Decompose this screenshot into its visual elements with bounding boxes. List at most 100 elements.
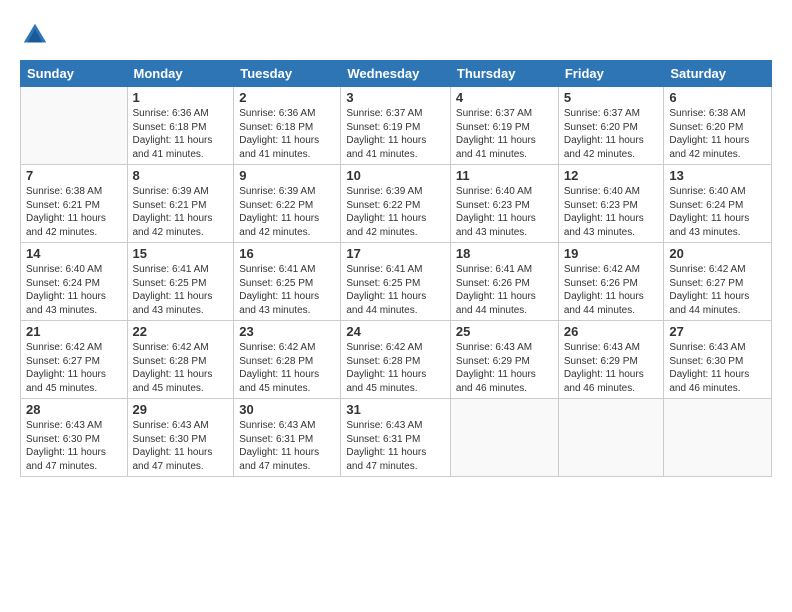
day-number: 24 <box>346 324 445 339</box>
day-info: Sunrise: 6:39 AMSunset: 6:22 PMDaylight:… <box>239 185 335 239</box>
day-number: 17 <box>346 246 445 261</box>
page: SundayMondayTuesdayWednesdayThursdayFrid… <box>0 0 792 612</box>
day-number: 7 <box>26 168 122 183</box>
calendar-cell: 2 Sunrise: 6:36 AMSunset: 6:18 PMDaylight… <box>234 87 341 165</box>
calendar-cell: 9Sunrise: 6:39 AMSunset: 6:22 PMDaylight… <box>234 165 341 243</box>
calendar-cell <box>558 399 664 477</box>
calendar-cell: 8Sunrise: 6:39 AMSunset: 6:21 PMDaylight… <box>127 165 234 243</box>
day-number: 10 <box>346 168 445 183</box>
day-info: Sunrise: 6:42 AMSunset: 6:28 PMDaylight:… <box>346 341 445 395</box>
calendar-cell: 31 Sunrise: 6:43 AMSunset: 6:31 PMDayligh… <box>341 399 451 477</box>
day-number: 3 <box>346 90 445 105</box>
day-info: Sunrise: 6:43 AMSunset: 6:29 PMDaylight:… <box>564 341 659 395</box>
day-info: Sunrise: 6:40 AMSunset: 6:24 PMDaylight:… <box>26 263 122 317</box>
week-row-2: 14 Sunrise: 6:40 AMSunset: 6:24 PMDayligh… <box>21 243 772 321</box>
weekday-header-thursday: Thursday <box>450 61 558 87</box>
day-info: Sunrise: 6:42 AMSunset: 6:28 PMDaylight:… <box>133 341 229 395</box>
calendar-cell: 26 Sunrise: 6:43 AMSunset: 6:29 PMDayligh… <box>558 321 664 399</box>
calendar-cell: 24 Sunrise: 6:42 AMSunset: 6:28 PMDayligh… <box>341 321 451 399</box>
day-info: Sunrise: 6:41 AMSunset: 6:25 PMDaylight:… <box>239 263 335 317</box>
day-info: Sunrise: 6:38 AMSunset: 6:21 PMDaylight:… <box>26 185 122 239</box>
day-info: Sunrise: 6:36 AMSunset: 6:18 PMDaylight:… <box>133 107 229 161</box>
day-number: 31 <box>346 402 445 417</box>
day-number: 28 <box>26 402 122 417</box>
calendar-header: SundayMondayTuesdayWednesdayThursdayFrid… <box>21 61 772 87</box>
weekday-header-tuesday: Tuesday <box>234 61 341 87</box>
calendar-cell: 13 Sunrise: 6:40 AMSunset: 6:24 PMDayligh… <box>664 165 772 243</box>
calendar-cell: 21 Sunrise: 6:42 AMSunset: 6:27 PMDayligh… <box>21 321 128 399</box>
day-info: Sunrise: 6:37 AMSunset: 6:19 PMDaylight:… <box>456 107 553 161</box>
day-info: Sunrise: 6:43 AMSunset: 6:31 PMDaylight:… <box>346 419 445 473</box>
calendar-cell: 22 Sunrise: 6:42 AMSunset: 6:28 PMDayligh… <box>127 321 234 399</box>
calendar-cell: 10 Sunrise: 6:39 AMSunset: 6:22 PMDayligh… <box>341 165 451 243</box>
day-info: Sunrise: 6:40 AMSunset: 6:23 PMDaylight:… <box>564 185 659 239</box>
weekday-header-monday: Monday <box>127 61 234 87</box>
day-info: Sunrise: 6:42 AMSunset: 6:27 PMDaylight:… <box>26 341 122 395</box>
weekday-header-friday: Friday <box>558 61 664 87</box>
calendar-cell: 17 Sunrise: 6:41 AMSunset: 6:25 PMDayligh… <box>341 243 451 321</box>
day-number: 19 <box>564 246 659 261</box>
day-number: 30 <box>239 402 335 417</box>
day-info: Sunrise: 6:40 AMSunset: 6:24 PMDaylight:… <box>669 185 766 239</box>
day-info: Sunrise: 6:36 AMSunset: 6:18 PMDaylight:… <box>239 107 335 161</box>
day-info: Sunrise: 6:43 AMSunset: 6:30 PMDaylight:… <box>133 419 229 473</box>
day-number: 14 <box>26 246 122 261</box>
week-row-4: 28 Sunrise: 6:43 AMSunset: 6:30 PMDayligh… <box>21 399 772 477</box>
day-number: 22 <box>133 324 229 339</box>
calendar-cell: 19 Sunrise: 6:42 AMSunset: 6:26 PMDayligh… <box>558 243 664 321</box>
day-info: Sunrise: 6:37 AMSunset: 6:20 PMDaylight:… <box>564 107 659 161</box>
calendar-cell <box>21 87 128 165</box>
day-number: 23 <box>239 324 335 339</box>
calendar-cell: 4 Sunrise: 6:37 AMSunset: 6:19 PMDaylight… <box>450 87 558 165</box>
calendar-cell: 23Sunrise: 6:42 AMSunset: 6:28 PMDayligh… <box>234 321 341 399</box>
calendar-cell: 11 Sunrise: 6:40 AMSunset: 6:23 PMDayligh… <box>450 165 558 243</box>
calendar-cell: 16 Sunrise: 6:41 AMSunset: 6:25 PMDayligh… <box>234 243 341 321</box>
day-info: Sunrise: 6:43 AMSunset: 6:29 PMDaylight:… <box>456 341 553 395</box>
calendar-cell: 12Sunrise: 6:40 AMSunset: 6:23 PMDayligh… <box>558 165 664 243</box>
day-number: 2 <box>239 90 335 105</box>
calendar-table: SundayMondayTuesdayWednesdayThursdayFrid… <box>20 60 772 477</box>
day-number: 18 <box>456 246 553 261</box>
day-number: 27 <box>669 324 766 339</box>
weekday-row: SundayMondayTuesdayWednesdayThursdayFrid… <box>21 61 772 87</box>
day-info: Sunrise: 6:42 AMSunset: 6:26 PMDaylight:… <box>564 263 659 317</box>
calendar-cell: 27Sunrise: 6:43 AMSunset: 6:30 PMDayligh… <box>664 321 772 399</box>
day-number: 4 <box>456 90 553 105</box>
week-row-1: 7 Sunrise: 6:38 AMSunset: 6:21 PMDaylight… <box>21 165 772 243</box>
day-info: Sunrise: 6:41 AMSunset: 6:25 PMDaylight:… <box>346 263 445 317</box>
day-number: 20 <box>669 246 766 261</box>
day-info: Sunrise: 6:37 AMSunset: 6:19 PMDaylight:… <box>346 107 445 161</box>
weekday-header-saturday: Saturday <box>664 61 772 87</box>
day-number: 8 <box>133 168 229 183</box>
weekday-header-sunday: Sunday <box>21 61 128 87</box>
week-row-0: 1 Sunrise: 6:36 AMSunset: 6:18 PMDaylight… <box>21 87 772 165</box>
day-info: Sunrise: 6:38 AMSunset: 6:20 PMDaylight:… <box>669 107 766 161</box>
day-info: Sunrise: 6:43 AMSunset: 6:30 PMDaylight:… <box>26 419 122 473</box>
day-number: 6 <box>669 90 766 105</box>
day-info: Sunrise: 6:42 AMSunset: 6:27 PMDaylight:… <box>669 263 766 317</box>
day-number: 1 <box>133 90 229 105</box>
calendar-cell: 14 Sunrise: 6:40 AMSunset: 6:24 PMDayligh… <box>21 243 128 321</box>
header <box>20 20 772 50</box>
week-row-3: 21 Sunrise: 6:42 AMSunset: 6:27 PMDayligh… <box>21 321 772 399</box>
day-number: 13 <box>669 168 766 183</box>
calendar-cell: 30 Sunrise: 6:43 AMSunset: 6:31 PMDayligh… <box>234 399 341 477</box>
calendar-cell: 6 Sunrise: 6:38 AMSunset: 6:20 PMDaylight… <box>664 87 772 165</box>
calendar-cell <box>664 399 772 477</box>
day-info: Sunrise: 6:39 AMSunset: 6:22 PMDaylight:… <box>346 185 445 239</box>
day-number: 16 <box>239 246 335 261</box>
calendar-cell: 5Sunrise: 6:37 AMSunset: 6:20 PMDaylight… <box>558 87 664 165</box>
calendar-cell <box>450 399 558 477</box>
day-info: Sunrise: 6:41 AMSunset: 6:26 PMDaylight:… <box>456 263 553 317</box>
day-info: Sunrise: 6:41 AMSunset: 6:25 PMDaylight:… <box>133 263 229 317</box>
day-info: Sunrise: 6:40 AMSunset: 6:23 PMDaylight:… <box>456 185 553 239</box>
logo-icon <box>20 20 50 50</box>
weekday-header-wednesday: Wednesday <box>341 61 451 87</box>
day-number: 11 <box>456 168 553 183</box>
day-number: 26 <box>564 324 659 339</box>
calendar-cell: 3 Sunrise: 6:37 AMSunset: 6:19 PMDaylight… <box>341 87 451 165</box>
calendar-cell: 25Sunrise: 6:43 AMSunset: 6:29 PMDayligh… <box>450 321 558 399</box>
day-number: 21 <box>26 324 122 339</box>
logo <box>20 20 54 50</box>
day-info: Sunrise: 6:43 AMSunset: 6:31 PMDaylight:… <box>239 419 335 473</box>
